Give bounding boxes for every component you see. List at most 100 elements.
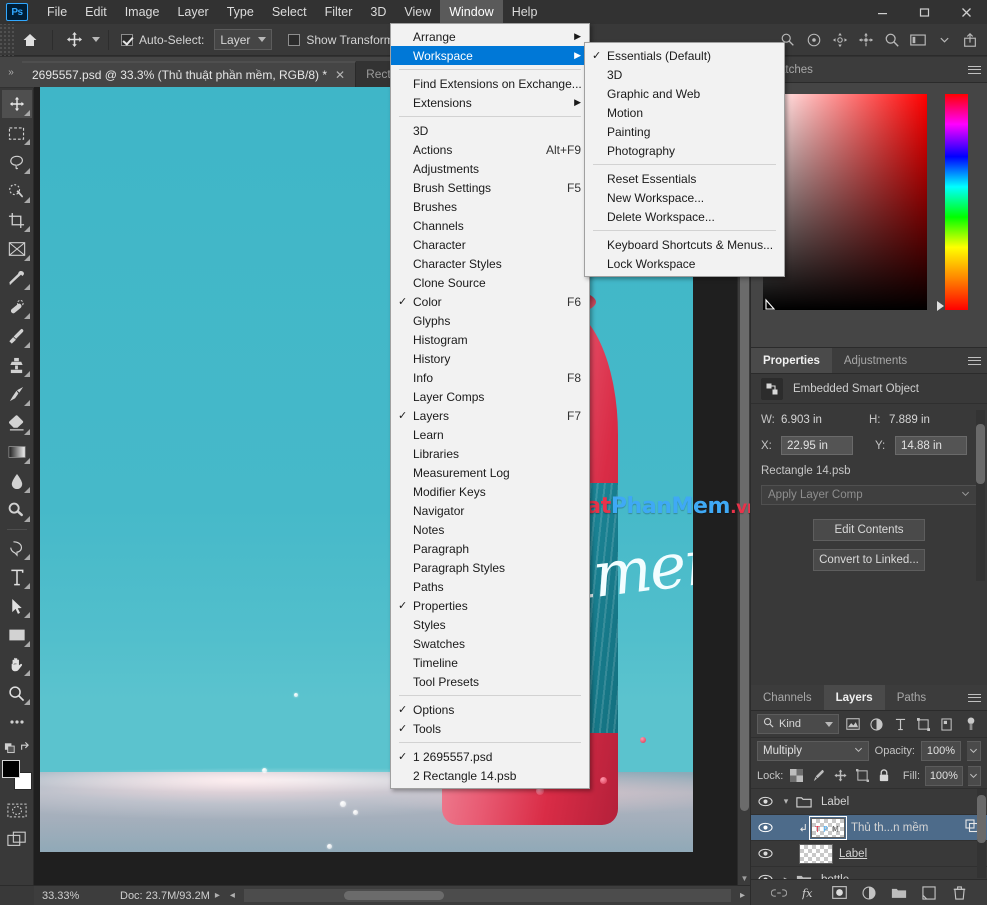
tab-channels[interactable]: Channels (751, 685, 824, 710)
filter-toggle-icon[interactable] (961, 713, 981, 735)
properties-scrollbar[interactable] (976, 410, 985, 581)
menu-item-arrange[interactable]: Arrange▶ (391, 27, 589, 46)
canvas-horizontal-scrollbar[interactable] (244, 889, 731, 902)
type-tool-icon[interactable] (2, 563, 32, 591)
menu-item-painting[interactable]: Painting (585, 122, 784, 141)
hue-slider-marker[interactable] (937, 301, 944, 311)
move-tool-icon[interactable] (2, 90, 32, 118)
blur-tool-icon[interactable] (2, 467, 32, 495)
menu-3d[interactable]: 3D (361, 0, 395, 24)
menu-view[interactable]: View (395, 0, 440, 24)
tab-layers[interactable]: Layers (824, 685, 885, 710)
menu-item-keyboard-shortcuts-menus[interactable]: Keyboard Shortcuts & Menus... (585, 235, 784, 254)
menu-item-new-workspace[interactable]: New Workspace... (585, 188, 784, 207)
scroll-left-icon[interactable]: ◂ (225, 890, 240, 901)
menu-item-1-2695557-psd[interactable]: ✓1 2695557.psd (391, 747, 589, 766)
history-brush-tool-icon[interactable] (2, 380, 32, 408)
panel-menu-icon[interactable] (961, 348, 987, 373)
menu-item-paths[interactable]: Paths (391, 577, 589, 596)
tab-paths[interactable]: Paths (885, 685, 938, 710)
delete-layer-icon[interactable] (950, 884, 968, 902)
layer-name[interactable]: Label (815, 796, 849, 808)
filter-kind-dropdown[interactable]: Kind (757, 714, 839, 734)
scroll-right-icon[interactable]: ▸ (735, 890, 750, 901)
menu-item-notes[interactable]: Notes (391, 520, 589, 539)
crop-tool-icon[interactable] (2, 206, 32, 234)
tab-adjustments[interactable]: Adjustments (832, 348, 919, 373)
menu-item-2-rectangle-14-psb[interactable]: 2 Rectangle 14.psb (391, 766, 589, 785)
menu-item-info[interactable]: InfoF8 (391, 368, 589, 387)
share-icon[interactable] (957, 27, 983, 53)
fill-stepper-chevron-down-icon[interactable] (968, 766, 981, 786)
menu-item-character-styles[interactable]: Character Styles (391, 254, 589, 273)
menu-type[interactable]: Type (218, 0, 263, 24)
auto-select-checkbox[interactable]: Auto-Select: (115, 33, 210, 47)
dodge-tool-icon[interactable] (2, 496, 32, 524)
new-layer-icon[interactable] (920, 884, 938, 902)
new-group-icon[interactable] (890, 884, 908, 902)
menu-item-extensions[interactable]: Extensions▶ (391, 93, 589, 112)
window-menu-dropdown[interactable]: Arrange▶Workspace▶Find Extensions on Exc… (390, 23, 590, 789)
home-icon[interactable] (14, 24, 46, 56)
hue-slider[interactable] (945, 94, 968, 310)
layer-style-fx-icon[interactable]: fx (800, 884, 818, 902)
menu-file[interactable]: File (38, 0, 76, 24)
eyedropper-tool-icon[interactable] (2, 264, 32, 292)
scrollbar-thumb[interactable] (344, 891, 444, 900)
default-colors-and-swap[interactable] (2, 737, 32, 757)
color-picker-panel[interactable] (751, 83, 987, 347)
screen-mode-icon[interactable] (905, 27, 931, 53)
menu-item-find-extensions-on-exchange[interactable]: Find Extensions on Exchange... (391, 74, 589, 93)
menu-item-layers[interactable]: ✓LayersF7 (391, 406, 589, 425)
menu-item-brushes[interactable]: Brushes (391, 197, 589, 216)
menu-item-3d[interactable]: 3D (585, 65, 784, 84)
3d-drag-icon[interactable] (853, 27, 879, 53)
3d-orbit-icon[interactable] (801, 27, 827, 53)
menu-item-learn[interactable]: Learn (391, 425, 589, 444)
rectangular-marquee-tool-icon[interactable] (2, 119, 32, 147)
minimize-icon[interactable] (861, 0, 903, 24)
close-icon[interactable]: ✕ (335, 68, 345, 82)
foreground-background-color[interactable] (2, 760, 32, 790)
status-expand-icon[interactable]: ▸ (210, 890, 225, 901)
menu-item-character[interactable]: Character (391, 235, 589, 254)
menu-item-lock-workspace[interactable]: Lock Workspace (585, 254, 784, 273)
menu-filter[interactable]: Filter (316, 0, 362, 24)
menu-item-color[interactable]: ✓ColorF6 (391, 292, 589, 311)
menu-item-swatches[interactable]: Swatches (391, 634, 589, 653)
menu-item-graphic-and-web[interactable]: Graphic and Web (585, 84, 784, 103)
workspace-submenu[interactable]: ✓Essentials (Default)3DGraphic and WebMo… (584, 42, 785, 277)
panel-menu-icon[interactable] (961, 685, 987, 710)
panel-menu-icon[interactable] (961, 57, 987, 82)
lasso-tool-icon[interactable] (2, 148, 32, 176)
edit-toolbar-icon[interactable] (2, 708, 32, 736)
menu-layer[interactable]: Layer (168, 0, 217, 24)
clone-stamp-tool-icon[interactable] (2, 351, 32, 379)
3d-slide-icon[interactable] (827, 27, 853, 53)
pixel-filter-icon[interactable] (843, 713, 863, 735)
lock-image-pixels-icon[interactable] (810, 767, 827, 785)
document-info[interactable]: Doc: 23.7M/93.2M (102, 890, 210, 902)
frame-tool-icon[interactable] (2, 235, 32, 263)
lock-transparent-pixels-icon[interactable] (788, 767, 805, 785)
layer-name[interactable]: Label (833, 848, 867, 860)
options-bar-grip[interactable] (0, 24, 14, 56)
menu-item-layer-comps[interactable]: Layer Comps (391, 387, 589, 406)
scrollbar-thumb[interactable] (977, 795, 986, 843)
close-icon[interactable] (945, 0, 987, 24)
layer-name[interactable]: Thủ th...n mềm (845, 822, 928, 834)
convert-to-linked-button[interactable]: Convert to Linked... (813, 549, 925, 571)
opacity-stepper-chevron-down-icon[interactable] (967, 741, 981, 761)
menu-item-properties[interactable]: ✓Properties (391, 596, 589, 615)
saturation-value-field[interactable] (763, 94, 927, 310)
menu-edit[interactable]: Edit (76, 0, 116, 24)
menu-image[interactable]: Image (116, 0, 169, 24)
menu-item-navigator[interactable]: Navigator (391, 501, 589, 520)
hand-tool-icon[interactable] (2, 650, 32, 678)
menu-item-adjustments[interactable]: Adjustments (391, 159, 589, 178)
lock-artboard-nesting-icon[interactable] (854, 767, 871, 785)
layer-thumbnail[interactable] (799, 844, 833, 864)
menu-item-brush-settings[interactable]: Brush SettingsF5 (391, 178, 589, 197)
rectangle-tool-icon[interactable] (2, 621, 32, 649)
chevron-down-icon[interactable] (92, 37, 100, 42)
